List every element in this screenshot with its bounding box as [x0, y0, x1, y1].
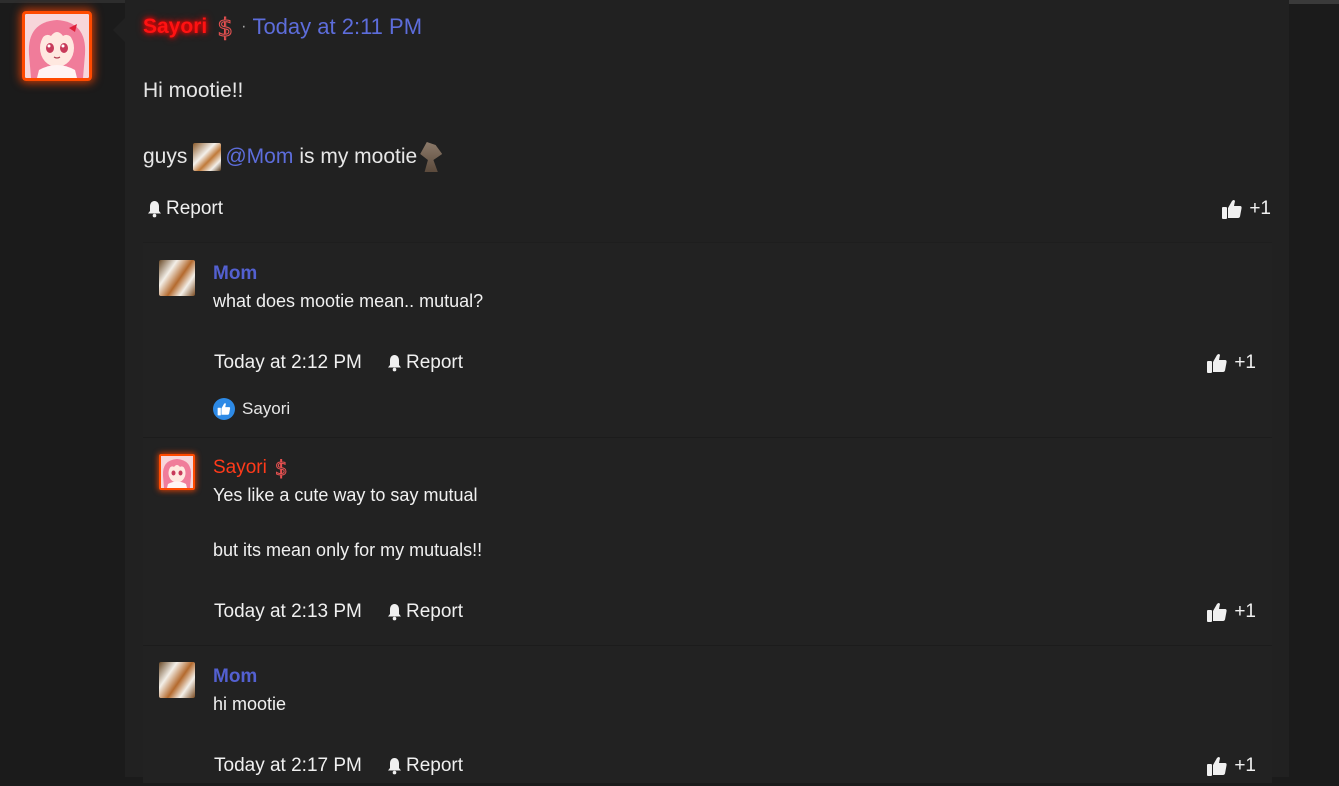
sayori-avatar[interactable] [22, 11, 92, 81]
reply-report-button[interactable]: Report [386, 601, 463, 623]
mention-avatar-icon [193, 143, 222, 171]
reply-body: hi mootie [213, 692, 286, 716]
like-label: +1 [1249, 198, 1271, 219]
post-pointer [113, 18, 125, 42]
reply-like-button[interactable]: +1 [1206, 352, 1256, 374]
reply-like-button[interactable]: +1 [1206, 755, 1256, 777]
dollar-icon: $ [217, 12, 234, 42]
reply-line: hi mootie [213, 694, 287, 714]
reply-author[interactable]: Mom [213, 263, 257, 285]
post-line-1: Hi mootie!! [143, 79, 244, 102]
reply-line: Yes like a cute way to say mutual [213, 485, 478, 505]
reply-like-label: +1 [1234, 601, 1256, 622]
sayori-avatar-image [161, 456, 193, 488]
reply-timestamp[interactable]: Today at 2:13 PM [214, 601, 362, 623]
reply-like-button[interactable]: +1 [1206, 601, 1256, 623]
report-label: Report [166, 198, 224, 219]
reply-like-label: +1 [1234, 352, 1256, 373]
post-card: Sayori $ · Today at 2:11 PM Hi mootie!! … [125, 0, 1289, 783]
bell-icon [148, 201, 161, 218]
mom-avatar[interactable] [159, 662, 195, 698]
reply-like-label: +1 [1234, 755, 1256, 776]
like-reaction-icon [213, 398, 235, 420]
reply-author-group: Sayori $ [213, 456, 288, 481]
post-actions: Report +1 [143, 198, 1271, 224]
reply-item: Sayori $ Yes like a cute way to say mutu… [143, 438, 1272, 646]
bell-icon [388, 355, 401, 372]
header-separator: · [241, 18, 247, 35]
reply-report-label: Report [406, 755, 464, 776]
reply-report-label: Report [406, 601, 464, 622]
thumbs-up-icon [1207, 757, 1227, 776]
like-button[interactable]: +1 [1221, 198, 1271, 220]
reply-line: what does mootie mean.. mutual? [213, 291, 484, 311]
reply-item: Mom hi mootie Today at 2:17 PM Report +1 [143, 646, 1272, 786]
reply-report-button[interactable]: Report [386, 352, 463, 374]
thumbs-up-icon [1207, 603, 1227, 622]
bell-icon [388, 758, 401, 775]
reply-item: Mom what does mootie mean.. mutual? Toda… [143, 243, 1272, 438]
post-author[interactable]: Sayori [143, 15, 207, 39]
reply-author[interactable]: Mom [213, 666, 257, 688]
reply-actions: Today at 2:12 PM Report +1 [213, 352, 1256, 378]
reply-report-label: Report [406, 352, 464, 373]
mention-link[interactable]: @Mom [225, 142, 293, 172]
reply-actions: Today at 2:17 PM Report +1 [213, 755, 1256, 781]
reaction-list[interactable]: Sayori [213, 398, 290, 420]
replies-container: Mom what does mootie mean.. mutual? Toda… [143, 242, 1272, 783]
reactor-name: Sayori [242, 399, 291, 418]
thumbs-up-icon [1207, 354, 1227, 373]
thumbs-up-icon [1222, 200, 1242, 219]
dollar-icon: $ [274, 456, 288, 481]
post-line-2-prefix: guys [143, 145, 188, 168]
post-line-2: guys @Mom is my mootie [143, 142, 443, 172]
post-line-2-suffix: is my mootie [299, 145, 418, 168]
reply-timestamp[interactable]: Today at 2:12 PM [214, 352, 362, 374]
sayori-avatar[interactable] [159, 454, 195, 490]
thumbs-up-icon [217, 403, 231, 416]
bell-icon [388, 604, 401, 621]
mom-avatar[interactable] [159, 260, 195, 296]
post-body: Hi mootie!! guys @Mom is my mootie [143, 76, 443, 172]
sayori-avatar-image [25, 14, 89, 78]
report-button[interactable]: Report [146, 198, 223, 220]
reply-timestamp[interactable]: Today at 2:17 PM [214, 755, 362, 777]
reply-author[interactable]: Sayori [213, 457, 267, 479]
cat-emoji-icon [420, 142, 443, 172]
reply-body: what does mootie mean.. mutual? [213, 289, 483, 313]
post-timestamp[interactable]: Today at 2:11 PM [252, 14, 422, 40]
reply-report-button[interactable]: Report [386, 755, 463, 777]
reply-actions: Today at 2:13 PM Report +1 [213, 601, 1256, 627]
reply-line: but its mean only for my mutuals!! [213, 540, 483, 560]
post-header: Sayori $ · Today at 2:11 PM [143, 12, 422, 42]
reply-body: Yes like a cute way to say mutual but it… [213, 483, 482, 562]
